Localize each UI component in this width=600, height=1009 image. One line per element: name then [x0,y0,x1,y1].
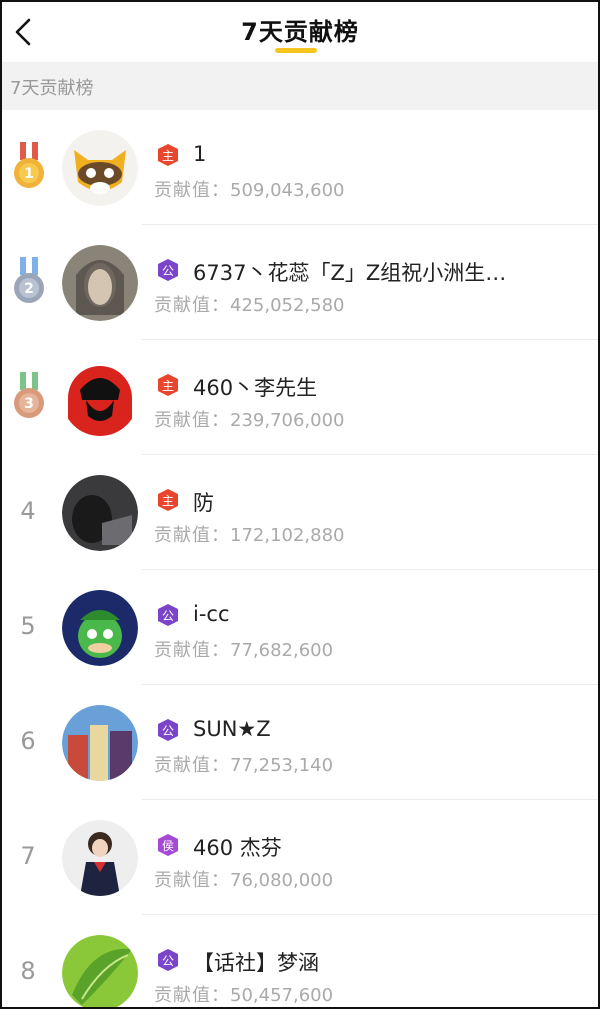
svg-text:2: 2 [24,281,34,297]
user-name: 460丶李先生 [193,376,318,400]
user-name: 6737丶花蕊「Z」Z组祝小洲生… [193,261,507,285]
svg-text:公: 公 [162,609,174,623]
app-frame: 7天贡献榜 7天贡献榜 1 主 1 贡献值：509,043,600 2 公 67… [0,0,600,1009]
rank-badge-icon: 主 [158,374,178,396]
rank-number: 4 [20,497,36,525]
user-name: 防 [193,491,214,515]
rank-badge-icon: 公 [158,949,178,971]
user-name: SUN★Z [193,717,271,741]
rank-badge-icon: 主 [158,489,178,511]
bronze-medal-icon: 3 [14,372,44,418]
rank-number: 6 [20,727,36,755]
section-label: 7天贡献榜 [10,78,94,99]
avatar[interactable] [62,590,138,666]
svg-text:主: 主 [162,494,174,508]
list-item[interactable]: 7 侯 460 杰芬 贡献值：76,080,000 [2,800,598,915]
contribution-value: 贡献值：77,682,600 [154,640,334,661]
rank-badge-icon: 侯 [158,834,178,856]
avatar[interactable] [62,360,138,436]
tab-indicator [275,48,317,53]
list-item[interactable]: 4 主 防 贡献值：172,102,880 [2,455,598,570]
list-item[interactable]: 1 主 1 贡献值：509,043,600 [2,110,598,225]
svg-text:侯: 侯 [162,839,174,853]
svg-text:公: 公 [162,954,174,968]
avatar[interactable] [62,820,138,896]
contribution-value: 贡献值：77,253,140 [154,755,334,776]
contribution-value: 贡献值：509,043,600 [154,180,345,201]
user-name: i-cc [193,602,230,626]
list-item[interactable]: 6 公 SUN★Z 贡献值：77,253,140 [2,685,598,800]
svg-text:主: 主 [162,149,174,163]
page-title: 7天贡献榜 [241,18,359,46]
rank-number: 5 [20,612,36,640]
user-name: 1 [193,142,207,166]
contribution-value: 贡献值：172,102,880 [154,525,345,546]
list-item[interactable]: 2 公 6737丶花蕊「Z」Z组祝小洲生… 贡献值：425,052,580 [2,225,598,340]
svg-text:公: 公 [162,264,174,278]
svg-text:3: 3 [24,396,34,412]
user-name: 460 杰芬 [193,836,282,860]
contribution-value: 贡献值：50,457,600 [154,985,334,1006]
rank-badge-icon: 公 [158,259,178,281]
silver-medal-icon: 2 [14,257,44,303]
avatar[interactable] [62,935,138,1007]
contribution-value: 贡献值：239,706,000 [154,410,345,431]
header: 7天贡献榜 [2,2,598,62]
svg-text:1: 1 [24,166,34,182]
rank-number: 7 [20,842,36,870]
contribution-value: 贡献值：76,080,000 [154,870,334,891]
gold-medal-icon: 1 [14,142,44,188]
rank-badge-icon: 公 [158,604,178,626]
avatar[interactable] [62,130,138,206]
avatar[interactable] [62,705,138,781]
svg-text:主: 主 [162,379,174,393]
contribution-value: 贡献值：425,052,580 [154,295,345,316]
rank-badge-icon: 主 [158,144,178,166]
rank-number: 8 [20,957,36,985]
avatar[interactable] [62,475,138,551]
section-header: 7天贡献榜 [2,62,598,110]
list-item[interactable]: 5 公 i-cc 贡献值：77,682,600 [2,570,598,685]
rank-badge-icon: 公 [158,719,178,741]
list-item[interactable]: 8 公 【话社】梦涵 贡献值：50,457,600 [2,915,598,1007]
user-name: 【话社】梦涵 [193,951,319,975]
list-item[interactable]: 3 主 460丶李先生 贡献值：239,706,000 [2,340,598,455]
svg-text:公: 公 [162,724,174,738]
avatar[interactable] [62,245,138,321]
